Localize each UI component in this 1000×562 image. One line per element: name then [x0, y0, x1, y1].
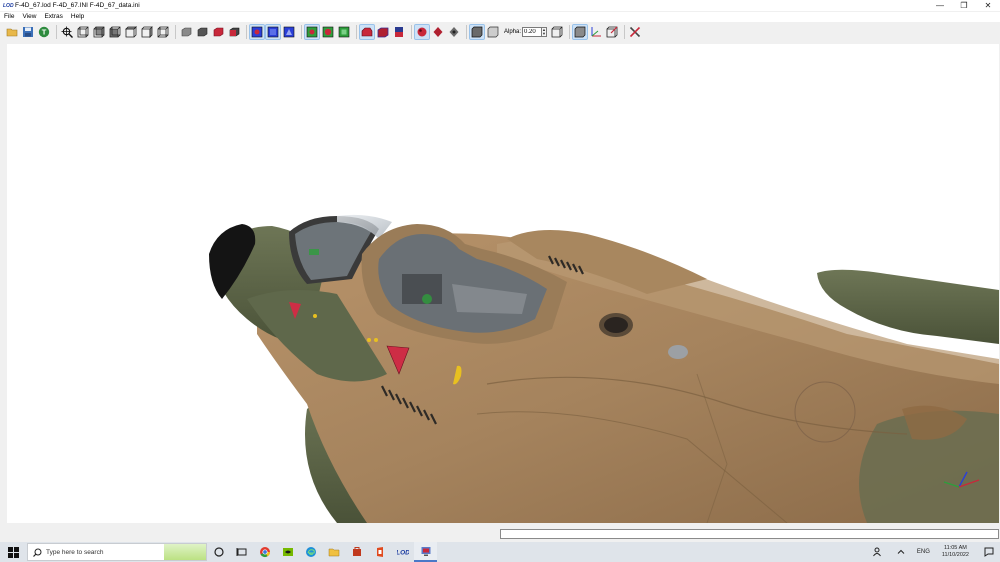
status-field — [500, 529, 999, 539]
active-app-taskbar-icon[interactable] — [414, 542, 437, 562]
render-blue-2-icon[interactable] — [265, 24, 281, 40]
nvidia-icon[interactable] — [276, 542, 299, 562]
alpha-input[interactable] — [522, 27, 543, 37]
lod-app-icon: LOD — [3, 2, 14, 9]
lod-viewer-taskbar-icon[interactable]: LOD — [391, 542, 414, 562]
axes-icon[interactable] — [589, 25, 603, 39]
view-side-icon[interactable] — [92, 25, 106, 39]
window-title: F-4D_67.lod F-4D_67.INI F-4D_67_data.ini — [15, 2, 140, 9]
menu-file[interactable]: File — [0, 12, 18, 22]
notification-icon[interactable] — [977, 542, 1000, 562]
toolbar-separator — [301, 25, 302, 39]
toolbar-separator — [246, 25, 247, 39]
texture-t-icon[interactable]: T — [37, 25, 51, 39]
system-tray: ENG 11:05 AM 11/10/2022 — [867, 542, 1000, 562]
mesh-gray-icon[interactable] — [447, 25, 461, 39]
menu-help[interactable]: Help — [67, 12, 88, 22]
cube-split-icon[interactable] — [227, 25, 241, 39]
toolbar-separator — [356, 25, 357, 39]
open-folder-icon[interactable] — [5, 25, 19, 39]
store-icon[interactable] — [345, 542, 368, 562]
alpha-spinner[interactable]: ▲ ▼ — [542, 27, 548, 37]
window-controls: — ❐ ✕ — [928, 0, 1000, 11]
render-green-2-icon[interactable] — [321, 25, 335, 39]
toolbar-separator — [411, 25, 412, 39]
3d-viewport[interactable] — [7, 44, 999, 523]
selected-box-icon[interactable] — [572, 24, 589, 40]
clock[interactable]: 11:05 AM 11/10/2022 — [942, 545, 969, 559]
clock-date: 11/10/2022 — [941, 552, 969, 558]
save-disk-icon[interactable] — [21, 25, 35, 39]
cube-red-icon[interactable] — [211, 25, 225, 39]
taskbar: Type here to search LOD ENG 11:05 AM 11/… — [0, 542, 1000, 562]
chrome-icon[interactable] — [253, 542, 276, 562]
view-front-icon[interactable] — [76, 25, 90, 39]
alpha-label: Alpha: — [504, 29, 522, 35]
chevron-up-icon[interactable] — [890, 542, 913, 562]
windows-start-icon[interactable] — [2, 542, 24, 562]
zoom-crosshair-icon[interactable] — [60, 25, 74, 39]
toolbar: T Alpha: 0.20 ▲ ▼ — [0, 23, 1000, 41]
office-icon[interactable] — [368, 542, 391, 562]
tools-icon[interactable] — [628, 25, 642, 39]
menu-bar: File View Extras Help — [0, 12, 1000, 22]
cube-edit-icon[interactable] — [605, 25, 619, 39]
toolbar-separator — [56, 25, 57, 39]
maximize-button[interactable]: ❐ — [952, 0, 976, 11]
lod-viewer-window: LOD F-4D_67.lod F-4D_67.INI F-4D_67_data… — [0, 0, 1000, 542]
view-back-icon[interactable] — [124, 25, 138, 39]
view-top-icon[interactable] — [108, 25, 122, 39]
material-red-1-icon[interactable] — [359, 24, 375, 40]
cube-dark-icon[interactable] — [195, 25, 209, 39]
edge-icon[interactable] — [299, 542, 322, 562]
toolbar-separator — [466, 25, 467, 39]
mesh-red-2-icon[interactable] — [431, 25, 445, 39]
file-explorer-icon[interactable] — [322, 542, 345, 562]
menu-extras[interactable]: Extras — [40, 12, 66, 22]
render-green-1-icon[interactable] — [304, 24, 320, 40]
transparent-box-icon[interactable] — [486, 25, 500, 39]
title-bar: LOD F-4D_67.lod F-4D_67.INI F-4D_67_data… — [0, 0, 1000, 11]
view-bottom-icon[interactable] — [156, 25, 170, 39]
taskbar-search[interactable]: Type here to search — [27, 543, 207, 561]
render-blue-1-icon[interactable] — [249, 24, 265, 40]
aircraft-model-render — [209, 214, 999, 523]
language-indicator[interactable]: ENG — [917, 549, 930, 555]
mesh-red-1-icon[interactable] — [414, 24, 430, 40]
svg-text:LOD: LOD — [397, 550, 409, 557]
toolbar-separator — [175, 25, 176, 39]
render-blue-3-icon[interactable] — [282, 25, 296, 39]
material-red-2-icon[interactable] — [376, 25, 390, 39]
toolbar-separator — [569, 25, 571, 39]
people-icon[interactable] — [867, 542, 890, 562]
status-bar — [0, 527, 1000, 542]
close-button[interactable]: ✕ — [976, 0, 1000, 11]
cube-gray-icon[interactable] — [179, 25, 193, 39]
svg-text:T: T — [42, 28, 47, 37]
search-highlight-image — [164, 544, 206, 560]
render-green-3-icon[interactable] — [337, 25, 351, 39]
cortana-icon[interactable] — [207, 542, 230, 562]
task-view-icon[interactable] — [230, 542, 253, 562]
clock-time: 11:05 AM — [944, 545, 967, 551]
view-left-icon[interactable] — [140, 25, 154, 39]
search-placeholder: Type here to search — [46, 548, 104, 556]
search-icon — [33, 548, 42, 557]
minimize-button[interactable]: — — [928, 0, 952, 11]
material-red-3-icon[interactable] — [392, 25, 406, 39]
wire-box-icon[interactable] — [550, 25, 564, 39]
toolbar-separator — [624, 25, 626, 39]
menu-view[interactable]: View — [18, 12, 40, 22]
solid-box-icon[interactable] — [469, 24, 485, 40]
